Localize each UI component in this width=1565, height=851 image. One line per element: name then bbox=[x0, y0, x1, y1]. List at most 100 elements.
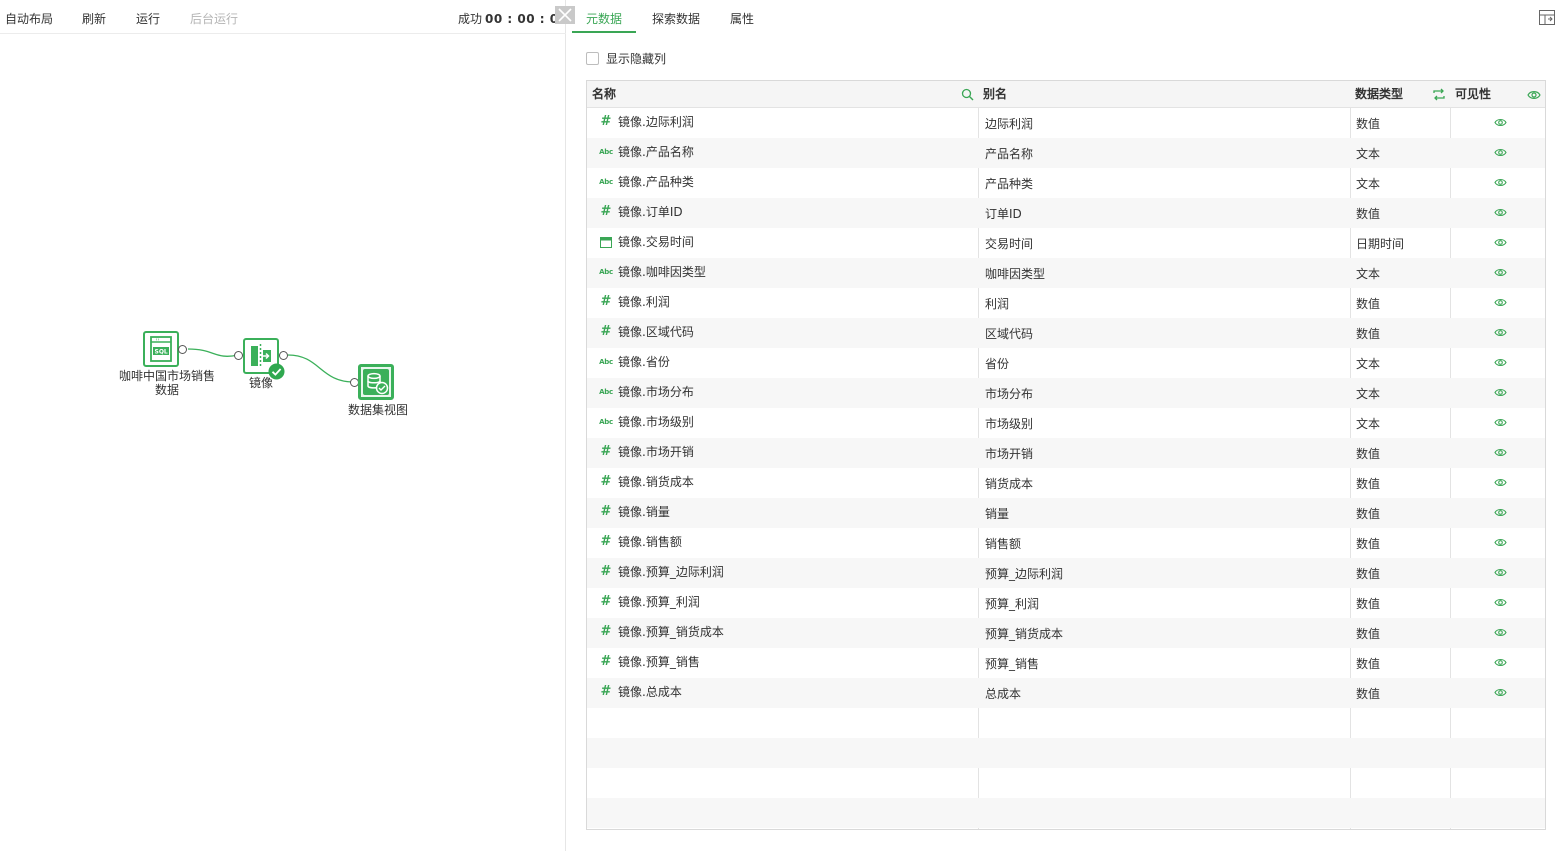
table-row[interactable]: # 镜像.预算_销货成本 预算_销货成本 数值 bbox=[587, 618, 1545, 648]
visibility-cell[interactable] bbox=[1450, 198, 1545, 228]
table-row[interactable] bbox=[587, 798, 1545, 828]
eye-icon[interactable] bbox=[1494, 597, 1507, 608]
name-cell[interactable]: # 镜像.销货成本 bbox=[587, 468, 978, 498]
input-port[interactable] bbox=[234, 351, 243, 360]
data-type-cell[interactable]: 数值 bbox=[1350, 588, 1450, 618]
eye-icon[interactable] bbox=[1494, 237, 1507, 248]
visibility-cell[interactable] bbox=[1450, 258, 1545, 288]
visibility-cell[interactable] bbox=[1450, 138, 1545, 168]
eye-icon[interactable] bbox=[1494, 297, 1507, 308]
name-cell[interactable]: Abc 镜像.产品种类 bbox=[587, 168, 978, 198]
eye-icon[interactable] bbox=[1494, 447, 1507, 458]
visibility-cell[interactable] bbox=[1450, 528, 1545, 558]
auto-layout-button[interactable]: 自动布局 bbox=[5, 10, 53, 27]
table-row[interactable]: # 镜像.销售额 销售额 数值 bbox=[587, 528, 1545, 558]
name-cell[interactable]: # 镜像.订单ID bbox=[587, 198, 978, 228]
alias-cell[interactable]: 区域代码 bbox=[978, 318, 1350, 348]
column-header-visibility[interactable]: 可见性 bbox=[1450, 81, 1491, 108]
data-type-cell[interactable]: 文本 bbox=[1350, 138, 1450, 168]
table-row[interactable]: # 镜像.订单ID 订单ID 数值 bbox=[587, 198, 1545, 228]
visibility-cell[interactable] bbox=[1450, 588, 1545, 618]
visibility-cell[interactable] bbox=[1450, 288, 1545, 318]
visibility-cell[interactable] bbox=[1450, 228, 1545, 258]
alias-cell[interactable]: 销量 bbox=[978, 498, 1350, 528]
alias-cell[interactable]: 利润 bbox=[978, 288, 1350, 318]
visibility-cell[interactable] bbox=[1450, 108, 1545, 138]
data-type-cell[interactable]: 数值 bbox=[1350, 528, 1450, 558]
table-row[interactable]: Abc 镜像.市场分布 市场分布 文本 bbox=[587, 378, 1545, 408]
table-row[interactable]: 镜像.交易时间 交易时间 日期时间 bbox=[587, 228, 1545, 258]
collapse-panel-button[interactable] bbox=[555, 6, 575, 24]
visibility-cell[interactable] bbox=[1450, 318, 1545, 348]
table-row[interactable]: Abc 镜像.咖啡因类型 咖啡因类型 文本 bbox=[587, 258, 1545, 288]
table-row[interactable] bbox=[587, 708, 1545, 738]
visibility-cell[interactable] bbox=[1450, 558, 1545, 588]
data-type-cell[interactable]: 数值 bbox=[1350, 678, 1450, 708]
eye-icon[interactable] bbox=[1494, 177, 1507, 188]
data-type-cell[interactable]: 文本 bbox=[1350, 408, 1450, 438]
background-run-button[interactable]: 后台运行 bbox=[190, 10, 238, 27]
name-cell[interactable]: # 镜像.利润 bbox=[587, 288, 978, 318]
data-type-cell[interactable]: 数值 bbox=[1350, 468, 1450, 498]
name-cell[interactable]: Abc 镜像.省份 bbox=[587, 348, 978, 378]
data-type-cell[interactable]: 数值 bbox=[1350, 498, 1450, 528]
name-cell[interactable]: Abc 镜像.市场分布 bbox=[587, 378, 978, 408]
alias-cell[interactable]: 产品种类 bbox=[978, 168, 1350, 198]
table-row[interactable]: # 镜像.市场开销 市场开销 数值 bbox=[587, 438, 1545, 468]
flow-node-sql-source[interactable]: ‹› SQL bbox=[143, 331, 179, 367]
name-cell[interactable]: 镜像.交易时间 bbox=[587, 228, 978, 258]
alias-cell[interactable]: 交易时间 bbox=[978, 228, 1350, 258]
alias-cell[interactable]: 订单ID bbox=[978, 198, 1350, 228]
table-row[interactable]: # 镜像.利润 利润 数值 bbox=[587, 288, 1545, 318]
alias-cell[interactable]: 省份 bbox=[978, 348, 1350, 378]
table-row[interactable]: # 镜像.预算_边际利润 预算_边际利润 数值 bbox=[587, 558, 1545, 588]
alias-cell[interactable]: 咖啡因类型 bbox=[978, 258, 1350, 288]
data-type-cell[interactable]: 文本 bbox=[1350, 378, 1450, 408]
show-hidden-columns-toggle[interactable]: 显示隐藏列 bbox=[586, 50, 666, 66]
data-type-cell[interactable]: 数值 bbox=[1350, 288, 1450, 318]
eye-icon[interactable] bbox=[1494, 507, 1507, 518]
data-type-cell[interactable]: 数值 bbox=[1350, 198, 1450, 228]
name-cell[interactable]: Abc 镜像.咖啡因类型 bbox=[587, 258, 978, 288]
table-row[interactable]: # 镜像.区域代码 区域代码 数值 bbox=[587, 318, 1545, 348]
eye-icon[interactable] bbox=[1494, 657, 1507, 668]
table-row[interactable]: # 镜像.预算_利润 预算_利润 数值 bbox=[587, 588, 1545, 618]
data-type-cell[interactable]: 文本 bbox=[1350, 168, 1450, 198]
data-type-cell[interactable]: 数值 bbox=[1350, 648, 1450, 678]
output-port[interactable] bbox=[279, 351, 288, 360]
eye-icon[interactable] bbox=[1494, 357, 1507, 368]
name-cell[interactable]: Abc 镜像.产品名称 bbox=[587, 138, 978, 168]
alias-cell[interactable]: 市场级别 bbox=[978, 408, 1350, 438]
visibility-cell[interactable] bbox=[1450, 348, 1545, 378]
data-type-cell[interactable]: 数值 bbox=[1350, 558, 1450, 588]
name-cell[interactable]: # 镜像.总成本 bbox=[587, 678, 978, 708]
name-cell[interactable]: # 镜像.预算_边际利润 bbox=[587, 558, 978, 588]
table-row[interactable]: # 镜像.销货成本 销货成本 数值 bbox=[587, 468, 1545, 498]
eye-icon[interactable] bbox=[1527, 89, 1541, 101]
data-type-cell[interactable]: 数值 bbox=[1350, 318, 1450, 348]
alias-cell[interactable]: 预算_销货成本 bbox=[978, 618, 1350, 648]
tab-properties[interactable]: 属性 bbox=[730, 10, 754, 27]
flow-canvas[interactable]: ‹› SQL 咖啡中国市场销售 数据 镜像 数据集视图 bbox=[0, 35, 565, 851]
table-row[interactable]: Abc 镜像.产品种类 产品种类 文本 bbox=[587, 168, 1545, 198]
table-row[interactable]: # 镜像.边际利润 边际利润 数值 bbox=[587, 108, 1545, 138]
show-hidden-checkbox[interactable] bbox=[586, 51, 599, 65]
alias-cell[interactable]: 市场分布 bbox=[978, 378, 1350, 408]
visibility-cell[interactable] bbox=[1450, 438, 1545, 468]
eye-icon[interactable] bbox=[1494, 147, 1507, 158]
output-port[interactable] bbox=[178, 345, 187, 354]
tab-metadata[interactable]: 元数据 bbox=[586, 10, 622, 27]
eye-icon[interactable] bbox=[1494, 387, 1507, 398]
name-cell[interactable]: # 镜像.区域代码 bbox=[587, 318, 978, 348]
alias-cell[interactable]: 总成本 bbox=[978, 678, 1350, 708]
alias-cell[interactable]: 销货成本 bbox=[978, 468, 1350, 498]
refresh-button[interactable]: 刷新 bbox=[82, 10, 106, 27]
visibility-cell[interactable] bbox=[1450, 498, 1545, 528]
name-cell[interactable]: # 镜像.销售额 bbox=[587, 528, 978, 558]
alias-cell[interactable]: 边际利润 bbox=[978, 108, 1350, 138]
data-type-cell[interactable]: 数值 bbox=[1350, 438, 1450, 468]
eye-icon[interactable] bbox=[1494, 267, 1507, 278]
name-cell[interactable]: # 镜像.市场开销 bbox=[587, 438, 978, 468]
column-header-data-type[interactable]: 数据类型 bbox=[1350, 81, 1403, 108]
name-cell[interactable]: # 镜像.边际利润 bbox=[587, 108, 978, 138]
